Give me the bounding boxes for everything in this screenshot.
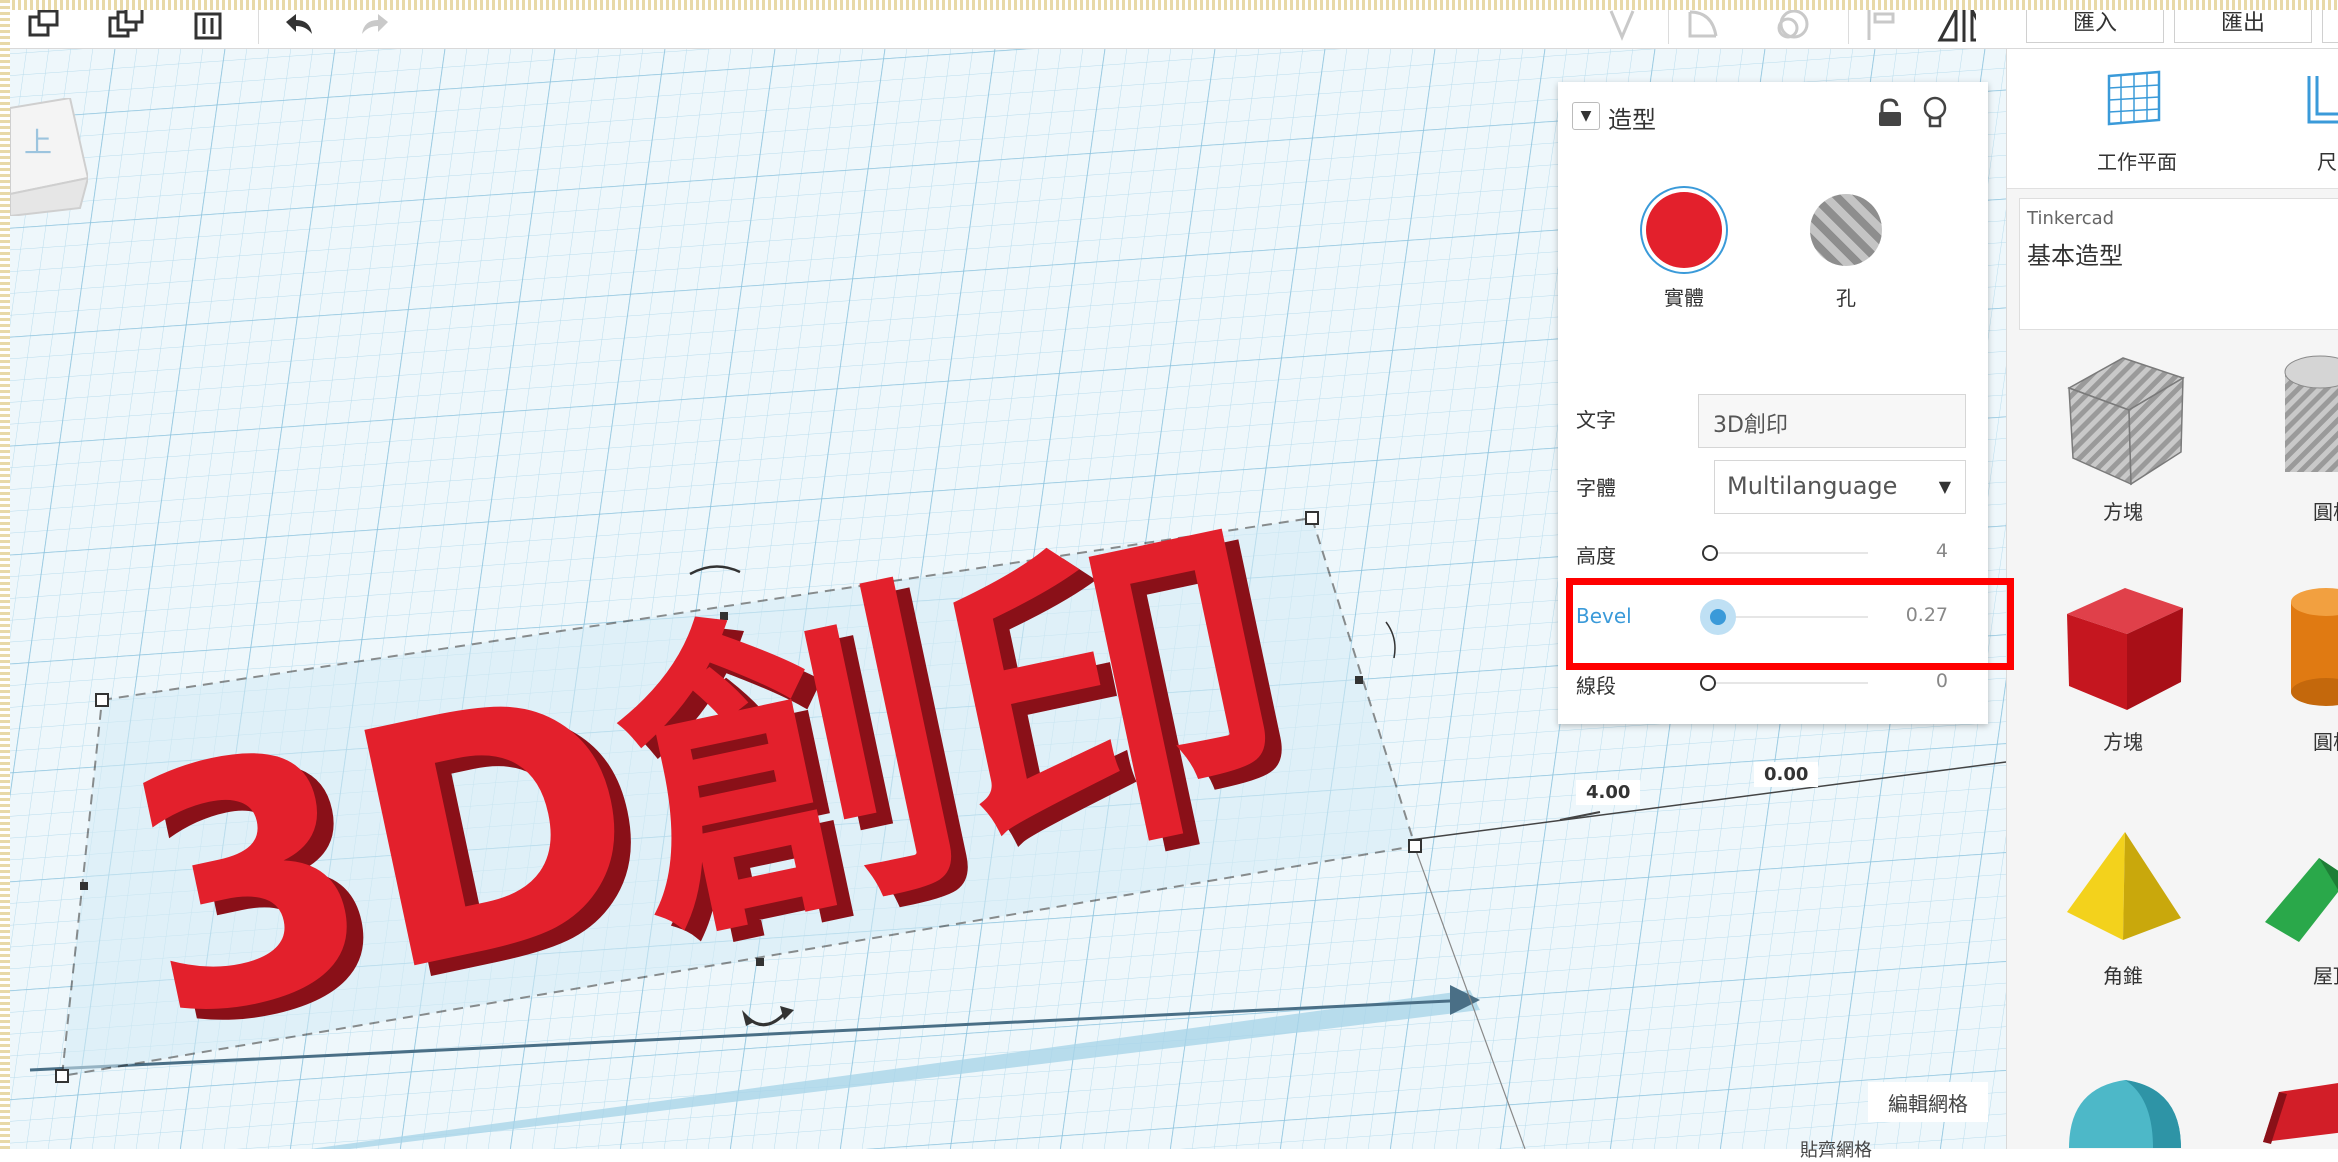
- redo-icon[interactable]: [356, 6, 396, 42]
- height-slider-track[interactable]: [1710, 552, 1868, 554]
- collapse-inspector-button[interactable]: ▼: [1572, 102, 1600, 130]
- shape-label-box-hole: 方塊: [2103, 500, 2143, 524]
- height-prop-label: 高度: [1576, 544, 1616, 568]
- copy-icon[interactable]: [24, 6, 64, 42]
- hole-label: 孔: [1836, 286, 1856, 310]
- undo-icon[interactable]: [278, 6, 318, 42]
- solid-button[interactable]: [1646, 192, 1722, 268]
- workplane-icon[interactable]: [2107, 70, 2161, 126]
- workplane-button[interactable]: 工作平面: [2097, 146, 2177, 175]
- toolbar-divider: [1668, 6, 1669, 44]
- ruler-icon[interactable]: [2305, 74, 2338, 126]
- shape-label-pyramid: 角錐: [2103, 964, 2143, 988]
- height-value: 4: [1935, 540, 1948, 562]
- mirror-icon[interactable]: [1936, 6, 1976, 42]
- view-cube[interactable]: 上: [10, 98, 88, 216]
- library-source: Tinkercad: [2027, 208, 2115, 229]
- font-select-value: Multilanguage: [1727, 472, 1898, 500]
- inspector-title: 造型: [1608, 106, 1656, 134]
- inspector-header: ▼ 造型: [1558, 82, 1988, 148]
- cylinder-hole-shape[interactable]: [2265, 348, 2338, 488]
- text-prop-label: 文字: [1576, 408, 1616, 432]
- lock-icon[interactable]: [1876, 98, 1904, 128]
- shape-label-roof: 屋頂: [2313, 964, 2338, 988]
- dim-elevation-label[interactable]: 0.00: [1754, 762, 1819, 787]
- ruler-button[interactable]: 尺: [2317, 146, 2337, 175]
- edit-grid-button[interactable]: 編輯網格: [1868, 1082, 1988, 1122]
- shape-label-cylinder-hole: 圓柱: [2313, 500, 2338, 524]
- page-border-left: [0, 0, 10, 1149]
- round-roof-shape[interactable]: [2063, 1068, 2187, 1149]
- page-border-top: [0, 0, 2338, 10]
- library-name: 基本造型: [2027, 242, 2123, 270]
- delete-icon[interactable]: [188, 6, 228, 42]
- font-prop-label: 字體: [1576, 476, 1616, 500]
- note-icon[interactable]: [1602, 6, 1642, 42]
- text-input[interactable]: 3D創印: [1698, 394, 1966, 448]
- pyramid-shape[interactable]: [2063, 828, 2185, 956]
- toolbar-divider: [1848, 6, 1849, 44]
- toolbar-divider: [258, 6, 259, 44]
- segments-slider-handle[interactable]: [1700, 675, 1716, 691]
- box-shape[interactable]: [2061, 578, 2189, 712]
- right-panel-tools: 工作平面 尺: [2007, 48, 2338, 189]
- bevel-highlight-box: [1566, 578, 2014, 670]
- roof-shape[interactable]: [2259, 838, 2338, 948]
- shape-label-box: 方塊: [2103, 730, 2143, 754]
- solid-label: 實體: [1664, 286, 1704, 310]
- segments-value: 0: [1935, 670, 1948, 692]
- align-icon[interactable]: [1862, 6, 1902, 42]
- shape-label-cylinder: 圓柱: [2313, 730, 2338, 754]
- cylinder-shape[interactable]: [2277, 580, 2338, 710]
- hole-button[interactable]: [1810, 194, 1882, 266]
- segments-prop-label: 線段: [1576, 674, 1616, 698]
- font-select[interactable]: Multilanguage ▼: [1714, 460, 1966, 514]
- text-shape-face: 3D創印: [97, 478, 1315, 1096]
- snap-grid-label[interactable]: 貼齊網格: [1800, 1136, 1872, 1162]
- chevron-down-icon: ▼: [1938, 477, 1951, 496]
- height-slider-handle[interactable]: [1702, 545, 1718, 561]
- group-icon[interactable]: [1772, 6, 1812, 42]
- right-panel: 工作平面 尺 Tinkercad 基本造型 方塊 圓柱 方塊 圓柱: [2006, 48, 2338, 1149]
- paste-icon[interactable]: [106, 6, 146, 42]
- box-hole-shape[interactable]: [2059, 348, 2187, 488]
- text-shape-thumbnail[interactable]: [2259, 1072, 2338, 1149]
- ruler-tool-icon[interactable]: [1682, 6, 1722, 42]
- lightbulb-icon[interactable]: [1922, 96, 1948, 130]
- dim-height-label[interactable]: 4.00: [1576, 780, 1641, 805]
- view-cube-top-label: 上: [24, 126, 52, 159]
- segments-slider-track[interactable]: [1708, 682, 1868, 684]
